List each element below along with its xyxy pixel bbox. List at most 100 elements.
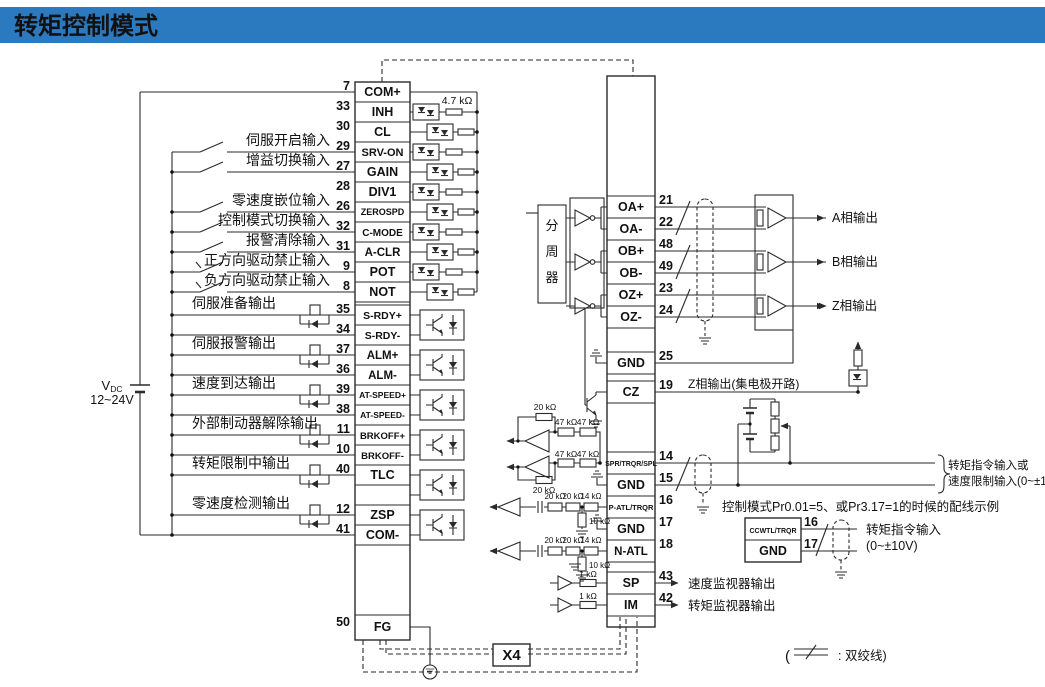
pin-number: 29 — [336, 139, 350, 153]
pin-number: 43 — [659, 569, 673, 583]
right-connector-block — [607, 76, 655, 627]
torque-monitor-label: 转矩监视器输出 — [688, 598, 776, 613]
pin-name: FG — [374, 620, 391, 634]
pin-name: OA+ — [618, 200, 644, 214]
pin-name: C-MODE — [362, 228, 403, 239]
pin-number: 24 — [659, 303, 673, 317]
pin-name: A-CLR — [365, 247, 401, 259]
pin-name: ZEROSPD — [361, 207, 405, 217]
analog-input-circuits: 20 kΩ 47 kΩ 47 kΩ 47 kΩ 47 kΩ 20 kΩ 20 k… — [490, 402, 610, 581]
divider-char: 周 — [545, 244, 558, 259]
pin-number: 22 — [659, 215, 673, 229]
pin-name: GAIN — [367, 165, 398, 179]
pin-number: 34 — [336, 322, 350, 336]
cz-open-collector-label: Z相输出(集电极开路) — [688, 376, 799, 391]
sub-example-label-line2: (0~±10V) — [866, 539, 918, 553]
top-shield-link — [382, 60, 633, 82]
pin-number: 41 — [336, 522, 350, 536]
pin-number: 7 — [343, 79, 350, 93]
resistor-label: 20 kΩ — [534, 402, 556, 412]
input-label: 负方向驱动禁止输入 — [204, 272, 330, 288]
left-pin-numbers: 7 33 30 29 27 28 26 32 31 9 8 35 34 37 3… — [336, 79, 350, 629]
pin-number: 49 — [659, 259, 673, 273]
pin-number: 26 — [336, 199, 350, 213]
pin-name: CL — [374, 125, 391, 139]
divider-char: 分 — [545, 218, 558, 233]
input-label: 控制模式切换输入 — [218, 212, 330, 228]
resistor-label: 14 kΩ — [580, 536, 601, 545]
pin-number: 21 — [659, 193, 673, 207]
resistor-label: 10 kΩ — [589, 517, 610, 526]
pin-name: CZ — [623, 385, 640, 399]
pin-name: OB+ — [618, 244, 644, 258]
pin-number: 42 — [659, 591, 673, 605]
output-label: 外部制动器解除输出 — [192, 415, 318, 431]
pin-name: COM+ — [364, 85, 400, 99]
pin-number: 14 — [659, 449, 673, 463]
pin-number: 31 — [336, 239, 350, 253]
wiring-example: 控制模式Pr0.01=5、或Pr3.17=1的时候的配线示例 CCWTL/TRQ… — [722, 499, 999, 578]
pin-number: 19 — [659, 378, 673, 392]
pin-name: GND — [617, 522, 645, 536]
input-label: 正方向驱动禁止输入 — [204, 252, 330, 268]
pin-name: POT — [370, 265, 396, 279]
input-label: 零速度嵌位输入 — [232, 192, 330, 208]
phase-b-output-label: B相输出 — [832, 254, 878, 269]
x4-connector-label: X4 — [502, 647, 521, 664]
pin-number: 38 — [336, 402, 350, 416]
legend-open-paren: ( — [785, 648, 790, 665]
pin-name: ZSP — [370, 508, 394, 522]
resistor-label: 47 kΩ — [555, 417, 577, 427]
pin-number: 37 — [336, 342, 350, 356]
pin-number: 16 — [804, 515, 818, 529]
output-label: 伺服准备输出 — [192, 295, 276, 311]
resistor-label: 1 kΩ — [579, 569, 597, 579]
pin-name: BRKOFF+ — [360, 431, 406, 442]
right-pin-numbers: 21 22 48 49 23 24 25 19 14 15 16 17 18 4… — [659, 193, 673, 605]
encoder-output-wiring: A相输出 B相输出 Z相输出 — [655, 195, 878, 344]
pin-number: 32 — [336, 219, 350, 233]
twisted-pair-legend: : 双绞线) — [838, 648, 887, 663]
frequency-divider: 分 周 器 — [526, 198, 607, 317]
pin-number: 28 — [336, 179, 350, 193]
pin-name: BRKOFF- — [361, 451, 404, 462]
input-label: 增益切换输入 — [246, 152, 330, 168]
divider-char: 器 — [545, 270, 558, 285]
vdc-range: 12~24V — [90, 393, 134, 407]
pin-number: 16 — [659, 493, 673, 507]
wiring-note: 控制模式Pr0.01=5、或Pr3.17=1的时候的配线示例 — [722, 499, 999, 514]
pin-name: P-ATL/TRQR — [609, 503, 654, 512]
pin-number: 39 — [336, 382, 350, 396]
pin-name: OZ- — [620, 310, 642, 324]
torque-cmd-label-line2: 速度限制输入(0~±10V) — [948, 474, 1045, 488]
output-label: 转矩限制中输出 — [192, 455, 290, 471]
vdc-supply-label: VDC 12~24V — [90, 378, 134, 407]
pin-name: SRV-ON — [362, 147, 404, 159]
pin-number: 17 — [659, 515, 673, 529]
pin-number: 18 — [659, 537, 673, 551]
pin-name: ALM+ — [367, 350, 399, 362]
input-label: 报警清除输入 — [246, 232, 330, 248]
speed-monitor-label: 速度监视器输出 — [688, 576, 776, 591]
pin-name: S-RDY- — [365, 330, 401, 342]
phase-a-output-label: A相输出 — [832, 210, 878, 225]
pin-number: 40 — [336, 462, 350, 476]
resistor-label: 1 kΩ — [579, 591, 597, 601]
output-label: 伺服报警输出 — [192, 335, 276, 351]
pin-number: 33 — [336, 99, 350, 113]
pin-name: IM — [624, 598, 638, 612]
resistor-label: 47 kΩ — [577, 449, 599, 459]
pin-name: INH — [372, 105, 394, 119]
pin-name: GND — [617, 478, 645, 492]
pin-number: 11 — [337, 422, 350, 436]
vdc-label: VDC — [102, 378, 123, 394]
pin-number: 25 — [659, 349, 673, 363]
pin-number: 48 — [659, 237, 673, 251]
pin-number: 36 — [336, 362, 350, 376]
header-banner: 转矩控制模式 — [0, 7, 1045, 43]
pin-name: COM- — [366, 528, 399, 542]
pin-number: 50 — [336, 615, 350, 629]
pin-number: 12 — [336, 502, 350, 516]
pin-name: NOT — [369, 285, 396, 299]
pin-name: AT-SPEED+ — [359, 390, 406, 400]
